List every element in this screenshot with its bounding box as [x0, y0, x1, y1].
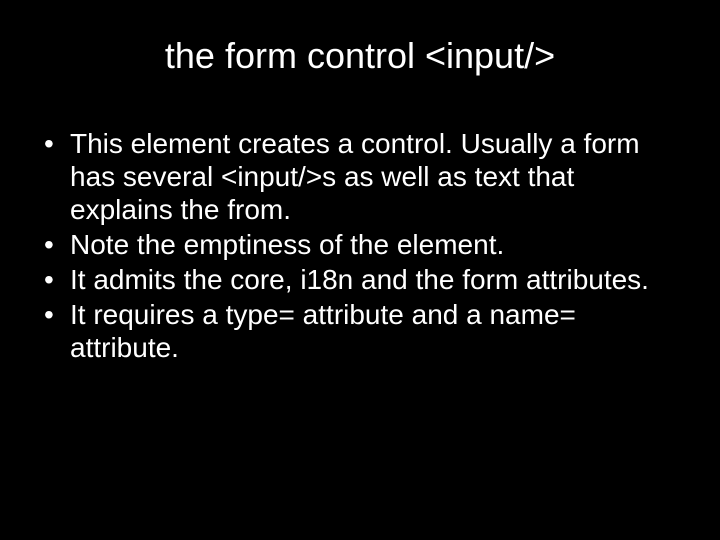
list-item: This element creates a control. Usually …: [36, 127, 660, 226]
slide: the form control <input/> This element c…: [0, 0, 720, 540]
list-item: It admits the core, i18n and the form at…: [36, 263, 660, 296]
list-item: Note the emptiness of the element.: [36, 228, 660, 261]
slide-content: This element creates a control. Usually …: [30, 127, 690, 364]
bullet-list: This element creates a control. Usually …: [36, 127, 660, 364]
slide-title: the form control <input/>: [30, 35, 690, 77]
list-item: It requires a type= attribute and a name…: [36, 298, 660, 364]
